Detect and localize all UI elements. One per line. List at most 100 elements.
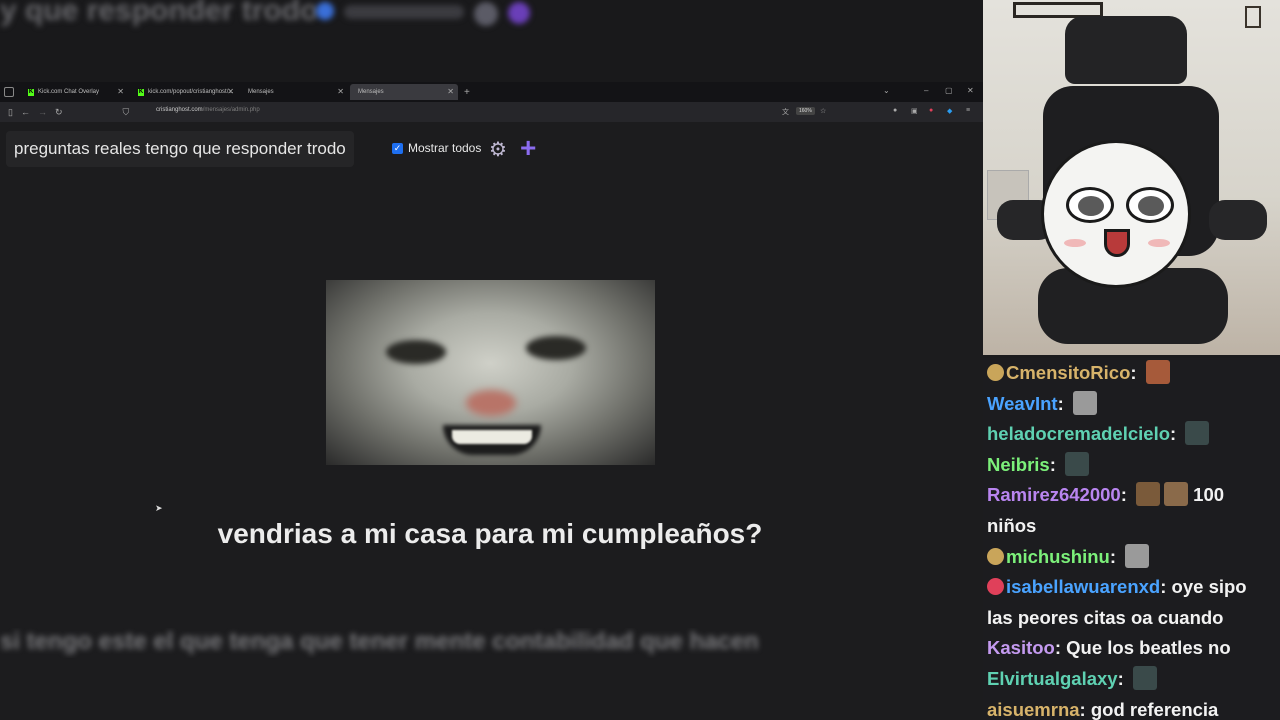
chat-message: niños [983, 511, 1280, 542]
message-input[interactable]: preguntas reales tengo que responder tro… [6, 131, 354, 167]
translate-icon[interactable]: 文 [782, 107, 789, 117]
avatar-eye-right [1126, 187, 1174, 223]
extension-icon[interactable]: ◆ [947, 107, 952, 115]
chat-emote-icon [1185, 421, 1210, 446]
chat-username[interactable]: isabellawuarenxd [1006, 576, 1160, 597]
chat-separator: : [1079, 698, 1091, 720]
chat-username[interactable]: aisuemrna [987, 699, 1080, 720]
reload-icon[interactable]: ↻ [55, 107, 63, 118]
blurred-pill [344, 5, 464, 19]
sidebar-icon[interactable]: ▯ [8, 107, 13, 118]
tab-list-icon[interactable] [4, 87, 14, 97]
cat-eye-left [386, 340, 446, 364]
chat-username[interactable]: Kasitoo [987, 637, 1055, 658]
chat-emote-icon [1125, 543, 1150, 568]
chat-username[interactable]: CmensitoRico [1006, 362, 1130, 383]
chat-text: Que los beatles no [1066, 637, 1231, 659]
blurred-header-icons [316, 2, 530, 26]
chat-separator: : [1109, 545, 1122, 567]
forward-icon[interactable]: → [38, 107, 47, 117]
chat-separator: : [1160, 576, 1172, 598]
chat-separator: : [1117, 667, 1129, 689]
new-tab-icon[interactable]: + [464, 87, 470, 98]
blurred-footer: si tengo este el que tenga que tener men… [0, 628, 983, 658]
gear-icon[interactable]: ⚙ [489, 140, 507, 160]
chat-message: Neibris: [983, 450, 1280, 481]
chat-separator: : [1049, 453, 1062, 475]
avatar-blush-left [1064, 239, 1086, 247]
chair-arm-right [1209, 200, 1267, 240]
chat-emote-icon [1164, 482, 1189, 507]
chat-message: WeavInt: [983, 389, 1280, 420]
chat-message: Elvirtualgalaxy: [983, 664, 1280, 695]
record-icon[interactable]: ● [929, 107, 933, 114]
close-tab-icon[interactable]: ✕ [447, 87, 454, 96]
zoom-badge[interactable]: 160% [796, 107, 815, 115]
extensions-icon[interactable]: ▣ [911, 107, 918, 115]
close-tab-icon[interactable]: ✕ [337, 87, 344, 96]
blurred-footer-text: si tengo este el que tenga que tener men… [0, 628, 759, 655]
url-path: /mensajes/admin.php [202, 107, 260, 113]
chat-separator: : [1057, 392, 1069, 414]
menu-icon[interactable]: ≡ [966, 107, 970, 114]
close-tab-icon[interactable]: ✕ [227, 87, 234, 96]
close-window-icon[interactable]: ✕ [967, 86, 974, 95]
chat-message: Ramirez642000: 100 [983, 480, 1280, 511]
tab-label: Mensajes [248, 89, 274, 95]
chat-emote-icon [1136, 482, 1161, 507]
cat-eye-right [526, 336, 586, 360]
avatar-blush-right [1148, 239, 1170, 247]
minimize-icon[interactable]: – [924, 86, 928, 95]
chat-separator: : [1120, 484, 1133, 506]
chat-username[interactable]: Ramirez642000 [987, 484, 1121, 505]
tab-overflow-icon[interactable]: ⌄ [883, 86, 890, 95]
question-text: vendrias a mi casa para mi cumpleaños? [217, 518, 763, 549]
mouse-cursor-icon: ➤ [155, 503, 163, 513]
captured-browser: y que responder trodo K Kick.com Chat Ov… [0, 0, 983, 720]
close-tab-icon[interactable]: ✕ [117, 87, 124, 96]
back-icon[interactable]: ← [21, 107, 30, 117]
chat-emote-icon [1132, 665, 1157, 690]
chat-text: 100 [1188, 484, 1225, 506]
admin-toolbar: preguntas reales tengo que responder tro… [0, 131, 983, 167]
show-all-label[interactable]: Mostrar todos [408, 141, 481, 155]
chat-text: niños [987, 514, 1037, 536]
chat-username[interactable]: heladocremadelcielo [987, 423, 1170, 444]
chat-username[interactable]: michushinu [1006, 546, 1110, 567]
chat-message: isabellawuarenxd: oye sipo [983, 572, 1280, 603]
chat-username[interactable]: Elvirtualgalaxy [987, 668, 1118, 689]
wall-frame-small [1245, 6, 1261, 28]
chat-username[interactable]: WeavInt [987, 393, 1058, 414]
chat-message: michushinu: [983, 542, 1280, 573]
blurred-header: y que responder trodo [0, 0, 983, 82]
tab-chat-overlay[interactable]: K Kick.com Chat Overlay ✕ [20, 84, 128, 100]
browser-url-bar: ▯ ← → ↻ ⛉ cristianghost.com/mensajes/adm… [0, 102, 983, 122]
account-icon[interactable]: ● [893, 107, 897, 114]
chat-panel: CmensitoRico: WeavInt: heladocremadelcie… [983, 358, 1280, 720]
cat-teeth [452, 430, 532, 444]
chat-emote-icon [1065, 451, 1090, 476]
avatar-eye-left [1066, 187, 1114, 223]
tab-mensajes-1[interactable]: Mensajes ✕ [240, 84, 348, 100]
chat-message: aisuemrna: god referencia [983, 695, 1280, 720]
show-all-checkbox[interactable]: ✓ [392, 143, 403, 154]
tab-kick-popout[interactable]: K kick.com/popout/cristianghost/... ✕ [130, 84, 238, 100]
stream-layout: y que responder trodo K Kick.com Chat Ov… [0, 0, 1280, 720]
kick-logo-icon: K [138, 88, 144, 96]
url-field[interactable]: cristianghost.com/mensajes/admin.php [156, 107, 260, 113]
maximize-icon[interactable]: ▢ [945, 86, 953, 95]
add-plus-icon[interactable]: + [520, 134, 536, 162]
meme-cat-image [326, 280, 655, 465]
tab-mensajes-active[interactable]: Mensajes ✕ [350, 84, 458, 100]
chat-message: Kasitoo: Que los beatles no [983, 633, 1280, 664]
blurred-avatar-icon [474, 2, 498, 26]
shield-icon[interactable]: ⛉ [123, 107, 130, 118]
url-host: cristianghost.com [156, 107, 203, 113]
kick-logo-icon: K [28, 88, 34, 96]
tab-label: Mensajes [358, 89, 384, 95]
browser-tab-bar: K Kick.com Chat Overlay ✕ K kick.com/pop… [0, 82, 983, 102]
chair-headrest [1065, 16, 1187, 84]
user-badge-icon [987, 578, 1004, 596]
bookmark-star-icon[interactable]: ☆ [820, 107, 826, 115]
chat-username[interactable]: Neibris [987, 454, 1050, 475]
